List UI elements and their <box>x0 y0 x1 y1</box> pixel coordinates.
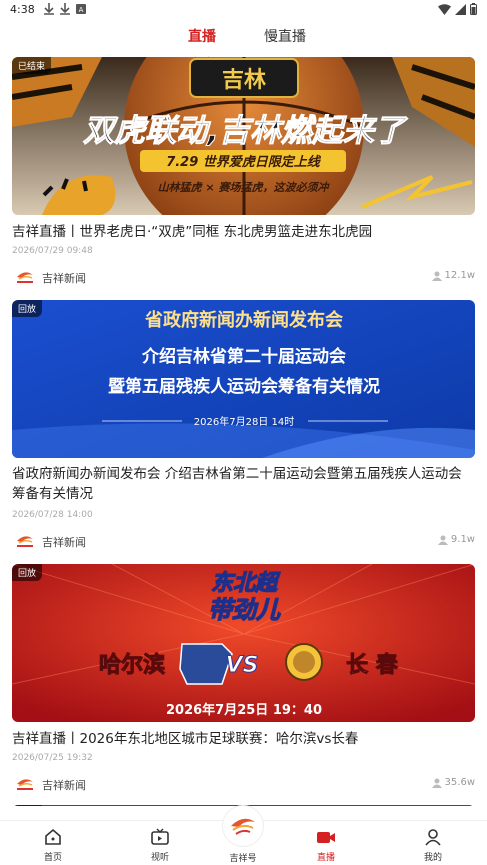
status-badge: 回放 <box>12 564 43 581</box>
wifi-icon <box>438 3 451 15</box>
svg-text:省政府新闻办新闻发布会: 省政府新闻办新闻发布会 <box>144 309 343 331</box>
card-date: 2026/07/29 09:48 <box>12 246 93 256</box>
live-feed: 吉林 双虎联动,吉林燃起来了 7.29 世界爱虎日限定上线 山林猛虎 × 赛场猛… <box>0 56 487 806</box>
card-date: 2026/07/25 19:32 <box>12 753 93 763</box>
tab-slow-live[interactable]: 慢直播 <box>264 26 306 46</box>
svg-text:A: A <box>79 6 84 14</box>
top-tab-bar: 直播 慢直播 <box>0 22 487 60</box>
svg-text:哈尔滨: 哈尔滨 <box>99 652 165 678</box>
home-icon <box>45 828 61 845</box>
banner-football-match: 东北超 带劲儿 哈尔滨 VS 长 春 2026年7月25日 19：40 <box>12 564 475 722</box>
view-count-value: 9.1w <box>450 534 475 545</box>
banner-press-conference: 省政府新闻办新闻发布会 介绍吉林省第二十届运动会 暨第五届残疾人运动会筹备有关情… <box>12 300 475 458</box>
source-name[interactable]: 吉祥新闻 <box>42 777 86 793</box>
live-card[interactable]: 省政府新闻办新闻发布会 介绍吉林省第二十届运动会 暨第五届残疾人运动会筹备有关情… <box>12 300 475 552</box>
status-badge: 已结束 <box>12 57 52 74</box>
view-count: 35.6w <box>431 777 475 788</box>
view-count: 12.1w <box>431 270 475 281</box>
card-banner[interactable]: 省政府新闻办新闻发布会 介绍吉林省第二十届运动会 暨第五届残疾人运动会筹备有关情… <box>12 300 475 458</box>
svg-text:吉林: 吉林 <box>222 67 266 93</box>
svg-text:带劲儿: 带劲儿 <box>208 596 281 624</box>
view-count: 9.1w <box>437 534 475 545</box>
svg-text:东北超: 东北超 <box>211 570 281 596</box>
source-row: 吉祥新闻 12.1w <box>12 267 475 287</box>
banner-tiger-basketball: 吉林 双虎联动,吉林燃起来了 7.29 世界爱虎日限定上线 山林猛虎 × 赛场猛… <box>12 57 475 215</box>
svg-text:7.29 世界爱虎日限定上线: 7.29 世界爱虎日限定上线 <box>166 154 322 170</box>
svg-text:2026年7月25日 19：40: 2026年7月25日 19：40 <box>166 702 322 718</box>
tab-jixiang-hao[interactable]: 吉祥号 <box>213 851 273 864</box>
tab-home[interactable]: 首页 <box>23 827 83 863</box>
jixiang-news-logo <box>17 779 33 790</box>
status-bar: 4:38 A <box>0 0 487 20</box>
card-title[interactable]: 吉祥直播丨2026年东北地区城市足球联赛：哈尔滨vs长春 <box>12 729 475 749</box>
view-count-value: 12.1w <box>444 270 475 281</box>
status-badge: 回放 <box>12 300 43 317</box>
tab-live-bottom[interactable]: 直播 <box>296 827 356 863</box>
status-notification-icons: A <box>44 3 86 15</box>
card-title[interactable]: 省政府新闻办新闻发布会 介绍吉林省第二十届运动会暨第五届残疾人运动会筹备有关情况 <box>12 464 475 504</box>
app-notification-icon: A <box>76 4 86 14</box>
jixiang-logo-icon <box>231 818 255 835</box>
view-count-value: 35.6w <box>444 777 475 788</box>
tab-label: 首页 <box>43 853 62 863</box>
tab-label: 我的 <box>423 853 442 863</box>
svg-text:暨第五届残疾人运动会筹备有关情况: 暨第五届残疾人运动会筹备有关情况 <box>108 376 380 397</box>
svg-text:2026年7月28日 14时: 2026年7月28日 14时 <box>194 415 294 428</box>
user-icon <box>425 829 441 846</box>
svg-text:山林猛虎 × 赛场猛虎，这波必须冲: 山林猛虎 × 赛场猛虎，这波必须冲 <box>158 181 331 194</box>
tab-label: 直播 <box>316 853 335 863</box>
signal-icon <box>455 3 466 15</box>
source-row: 吉祥新闻 9.1w <box>12 531 475 551</box>
download-icon <box>44 3 54 15</box>
svg-text:双虎联动,吉林燃起来了: 双虎联动,吉林燃起来了 <box>83 113 409 149</box>
tab-live[interactable]: 直播 <box>188 26 216 46</box>
live-card[interactable]: 吉林 双虎联动,吉林燃起来了 7.29 世界爱虎日限定上线 山林猛虎 × 赛场猛… <box>12 57 475 287</box>
tab-label: 视听 <box>150 853 169 863</box>
card-banner[interactable]: 东北超 带劲儿 哈尔滨 VS 长 春 2026年7月25日 19：40 回放 <box>12 564 475 722</box>
card-date: 2026/07/28 14:00 <box>12 510 93 520</box>
card-title[interactable]: 吉祥直播丨世界老虎日·“双虎”同框 东北虎男篮走进东北虎园 <box>12 222 475 242</box>
live-card[interactable]: 东北超 带劲儿 哈尔滨 VS 长 春 2026年7月25日 19：40 回放 吉… <box>12 564 475 794</box>
source-name[interactable]: 吉祥新闻 <box>42 534 86 550</box>
camera-icon <box>317 832 335 843</box>
tab-video[interactable]: 视听 <box>130 827 190 863</box>
user-icon <box>431 778 442 788</box>
battery-icon <box>470 3 477 15</box>
tv-icon <box>151 828 169 845</box>
download-icon <box>60 3 70 15</box>
source-row: 吉祥新闻 35.6w <box>12 774 475 794</box>
center-logo-button[interactable] <box>222 805 264 847</box>
jixiang-news-logo <box>17 536 33 547</box>
svg-text:介绍吉林省第二十届运动会: 介绍吉林省第二十届运动会 <box>141 346 346 367</box>
svg-text:VS: VS <box>226 653 259 678</box>
card-banner[interactable]: 吉林 双虎联动,吉林燃起来了 7.29 世界爱虎日限定上线 山林猛虎 × 赛场猛… <box>12 57 475 215</box>
user-icon <box>431 271 442 281</box>
tab-label: 吉祥号 <box>229 854 257 864</box>
source-name[interactable]: 吉祥新闻 <box>42 270 86 286</box>
tab-profile[interactable]: 我的 <box>403 827 463 863</box>
status-badge: 回放 <box>12 805 43 806</box>
status-system-icons <box>438 3 477 15</box>
status-time: 4:38 <box>10 3 35 16</box>
jixiang-news-logo <box>17 272 33 283</box>
svg-text:长 春: 长 春 <box>346 653 398 678</box>
user-icon <box>437 535 448 545</box>
